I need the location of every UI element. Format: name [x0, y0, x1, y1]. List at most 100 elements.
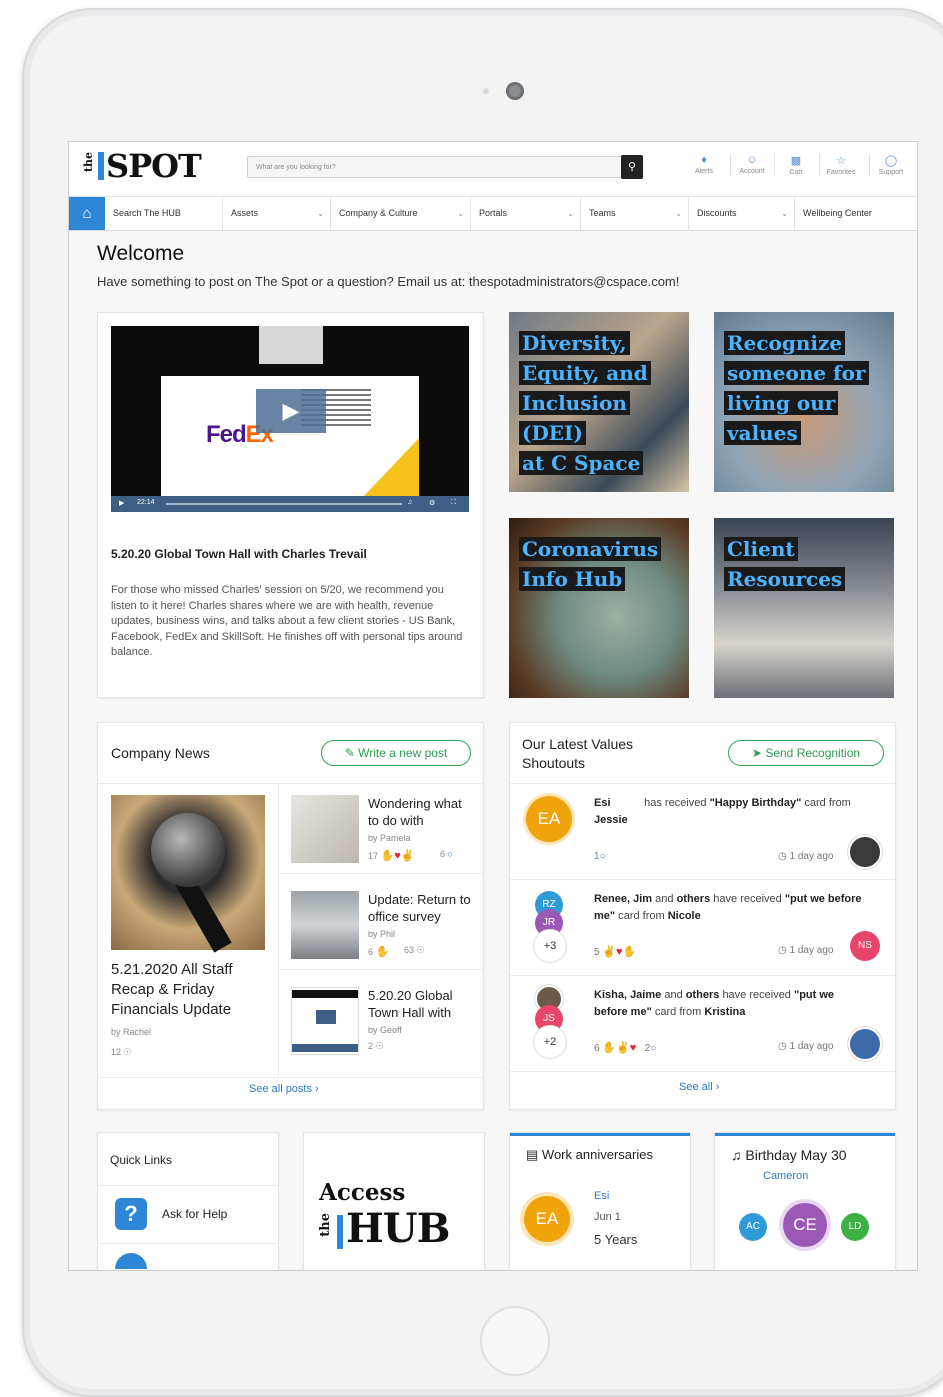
- divider: [98, 783, 483, 784]
- user-icon: ☺: [746, 154, 758, 166]
- nav-assets[interactable]: Assets ⌄: [223, 197, 331, 230]
- tile-dei[interactable]: Diversity, Equity, and Inclusion (DEI) at C…: [509, 312, 689, 492]
- star-icon: ☆: [836, 155, 846, 167]
- alerts-label: Alerts: [695, 168, 713, 175]
- home-hardware-button[interactable]: [480, 1306, 550, 1376]
- volume-icon[interactable]: ♫: [407, 499, 412, 506]
- avatar[interactable]: EA: [524, 1196, 570, 1242]
- logo-the: the: [82, 152, 95, 173]
- featured-post-card[interactable]: FedEx ▶ ▶ 22:14 ♫ ⚙ ⛶ 5.20.20 Global Tow…: [97, 312, 484, 698]
- more-count-badge[interactable]: +3: [533, 929, 567, 963]
- home-button[interactable]: ⌂: [69, 197, 105, 230]
- news-item-title[interactable]: Wondering what to do with: [368, 795, 476, 829]
- chevron-down-icon: ⌄: [781, 209, 788, 218]
- cart-icon: ▩: [790, 155, 802, 167]
- nav-portals[interactable]: Portals ⌄: [471, 197, 581, 230]
- news-item-thumb[interactable]: [291, 987, 359, 1055]
- favorites-button[interactable]: ☆ Favorites: [819, 154, 862, 176]
- bell-icon: ♦: [701, 154, 707, 166]
- avatar[interactable]: AC: [739, 1213, 767, 1241]
- shoutout-text: Esi has received "Happy Birthday" card f…: [594, 797, 851, 826]
- anniversary-name[interactable]: Esi: [594, 1190, 609, 1202]
- nav-label: Assets: [231, 208, 259, 218]
- nav-label: Portals: [479, 208, 508, 218]
- nav-wellbeing-center[interactable]: Wellbeing Center: [795, 197, 917, 230]
- shoutout-text: Kisha, Jaime and others have received "p…: [594, 989, 835, 1018]
- cart-label: Cart: [789, 169, 803, 176]
- tile-coronavirus[interactable]: Coronavirus Info Hub: [509, 518, 689, 698]
- search-input[interactable]: What are you looking for?: [247, 156, 641, 178]
- work-anniversaries-card: ▤ Work anniversaries EA Esi Jun 1 5 Year…: [509, 1132, 691, 1270]
- quick-link-ask-help[interactable]: Ask for Help: [162, 1207, 227, 1221]
- play-button[interactable]: ▶: [256, 389, 326, 433]
- favorites-label: Favorites: [826, 169, 856, 176]
- sender-avatar[interactable]: [848, 835, 882, 869]
- avatar[interactable]: EA: [526, 796, 572, 842]
- chevron-down-icon: ⌄: [567, 209, 574, 218]
- screen: the SPOT What are you looking for? ⚲ ♦ Al…: [68, 141, 918, 1271]
- search-icon: ⚲: [627, 161, 637, 173]
- avatar[interactable]: LD: [841, 1213, 869, 1241]
- access-hub-card[interactable]: Access the HUB: [303, 1132, 485, 1270]
- featured-post-title[interactable]: 5.20.20 Global Town Hall with Charles Tr…: [111, 547, 367, 561]
- news-main-image[interactable]: [111, 795, 265, 953]
- video-progress-bar[interactable]: [166, 503, 402, 505]
- more-count-badge[interactable]: +2: [533, 1025, 567, 1059]
- link-icon[interactable]: [115, 1253, 147, 1269]
- support-button[interactable]: ◯ Support: [869, 154, 912, 176]
- cart-button[interactable]: ▩ Cart: [774, 154, 817, 176]
- search-button[interactable]: ⚲: [621, 155, 643, 179]
- main-nav: ⌂ Search The HUB Assets ⌄ Company & Cultu…: [69, 197, 917, 231]
- shoutout-time: ◷ 1 day ago: [778, 1041, 834, 1052]
- see-all-posts-link[interactable]: See all posts ›: [249, 1083, 319, 1095]
- avatar[interactable]: CE: [783, 1203, 827, 1247]
- anniversary-date: Jun 1: [594, 1211, 621, 1223]
- see-all-shoutouts-link[interactable]: See all ›: [679, 1081, 719, 1093]
- shoutout-reactions: 5 ✌♥✋: [594, 946, 637, 958]
- logo[interactable]: SPOT: [106, 147, 202, 185]
- nav-discounts[interactable]: Discounts ⌄: [689, 197, 795, 230]
- divider: [98, 1077, 483, 1078]
- video-player[interactable]: FedEx ▶ ▶ 22:14 ♫ ⚙ ⛶: [111, 326, 469, 512]
- birthday-title: ♫ Birthday May 30: [731, 1147, 847, 1163]
- tile-client-resources[interactable]: Client Resources: [714, 518, 894, 698]
- chevron-down-icon: ⌄: [317, 209, 324, 218]
- company-news-title: Company News: [111, 745, 210, 761]
- news-main-title[interactable]: 5.21.2020 All Staff Recap & Friday Finan…: [111, 960, 271, 1020]
- help-icon[interactable]: ?: [115, 1198, 147, 1230]
- work-anniversaries-title: ▤ Work anniversaries: [526, 1147, 653, 1162]
- divider: [510, 783, 895, 784]
- news-item-author: by Pamela: [368, 833, 411, 843]
- shoutout-text: Renee, Jim and others have received "put…: [594, 893, 862, 922]
- nav-search-hub[interactable]: Search The HUB: [105, 197, 223, 230]
- news-item-author: by Geoff: [368, 1025, 402, 1035]
- sender-avatar[interactable]: [848, 1027, 882, 1061]
- news-item-title[interactable]: Update: Return to office survey: [368, 891, 476, 925]
- news-item-thumb[interactable]: [291, 795, 359, 863]
- divider: [510, 975, 895, 976]
- nav-teams[interactable]: Teams ⌄: [581, 197, 689, 230]
- nav-company-culture[interactable]: Company & Culture ⌄: [331, 197, 471, 230]
- clock-icon: ◷: [778, 1041, 787, 1052]
- send-recognition-button[interactable]: ➤ Send Recognition: [728, 740, 884, 766]
- fullscreen-icon[interactable]: ⛶: [451, 499, 456, 507]
- birthday-name[interactable]: Cameron: [763, 1170, 808, 1182]
- clock-icon: ◷: [778, 851, 787, 862]
- alerts-button[interactable]: ♦ Alerts: [683, 154, 725, 175]
- clock-icon: ◷: [778, 945, 787, 956]
- tile-dei-label: Diversity, Equity, and Inclusion (DEI) at C…: [519, 328, 689, 478]
- settings-icon[interactable]: ⚙: [429, 499, 435, 507]
- home-icon: ⌂: [82, 205, 92, 222]
- news-item-author: by Phil: [368, 929, 396, 939]
- account-button[interactable]: ☺ Account: [730, 154, 773, 175]
- top-bar: the SPOT What are you looking for? ⚲ ♦ Al…: [69, 142, 917, 197]
- divider: [278, 969, 483, 970]
- divider: [510, 879, 895, 880]
- write-post-button[interactable]: ✎ Write a new post: [321, 740, 471, 766]
- news-item-thumb[interactable]: [291, 891, 359, 959]
- access-hub-logo: HUB: [346, 1205, 450, 1252]
- play-small-icon[interactable]: ▶: [119, 499, 124, 507]
- sender-avatar[interactable]: NS: [850, 931, 880, 961]
- news-item-title[interactable]: 5.20.20 Global Town Hall with: [368, 987, 476, 1021]
- tile-recognize[interactable]: Recognize someone for living our values: [714, 312, 894, 492]
